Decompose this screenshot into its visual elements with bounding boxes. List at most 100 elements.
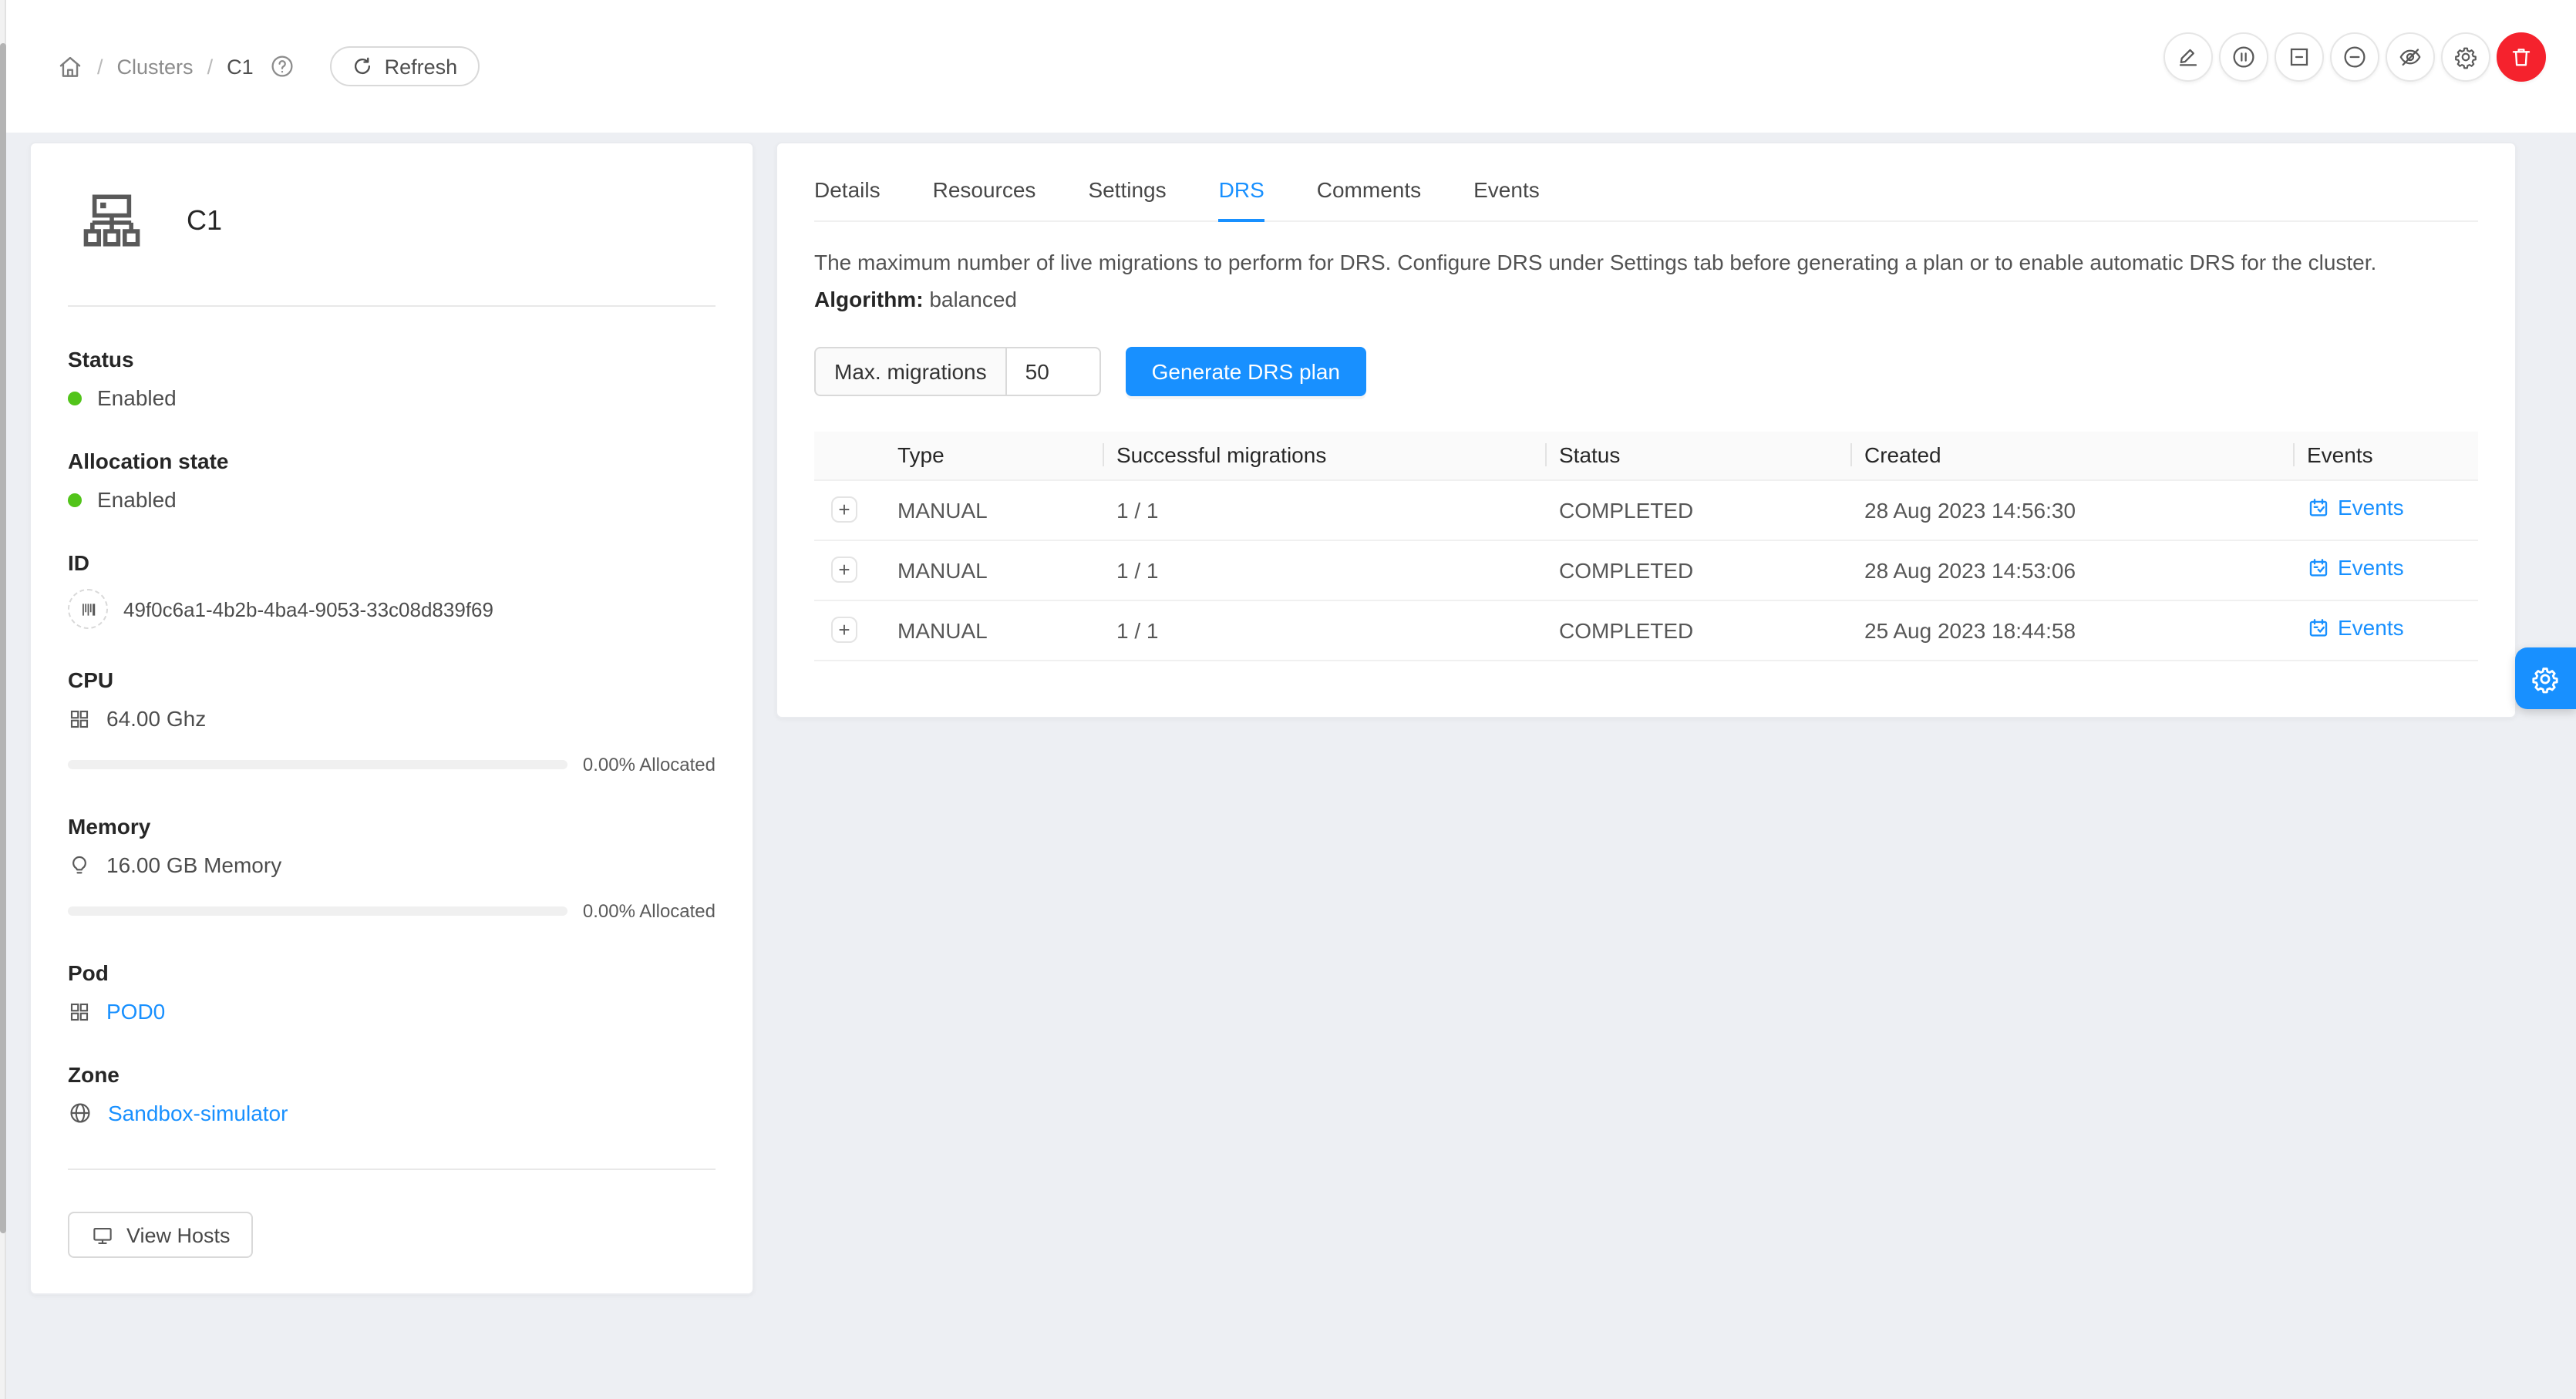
max-migrations-label: Max. migrations (814, 347, 1007, 396)
expand-row-button[interactable]: + (831, 497, 857, 523)
help-icon[interactable] (271, 54, 295, 79)
cpu-progress: 0.00% Allocated (68, 754, 716, 775)
events-label: Events (2338, 556, 2404, 580)
calendar-check-icon (2307, 617, 2330, 640)
plan-events-link[interactable]: Events (2307, 556, 2404, 580)
tab-resources[interactable]: Resources (933, 162, 1036, 220)
out-of-band-button[interactable] (2385, 32, 2434, 82)
column-header-created: Created (1850, 432, 2293, 479)
plan-created-cell: 28 Aug 2023 14:56:30 (1850, 479, 2293, 540)
section-label: Memory (68, 814, 716, 839)
disable-button[interactable] (2329, 32, 2379, 82)
tab-drs[interactable]: DRS (1219, 162, 1264, 220)
refresh-label: Refresh (385, 55, 458, 78)
section-zone: Zone Sandbox-simulator (68, 1062, 716, 1125)
globe-icon (68, 1101, 93, 1125)
tab-details[interactable]: Details (814, 162, 881, 220)
left-scrollbar-track[interactable] (0, 0, 6, 1399)
pause-button[interactable] (2218, 32, 2268, 82)
drs-plan-row: + MANUAL 1 / 1 COMPLETED 25 Aug 2023 18:… (814, 600, 2478, 660)
generate-drs-plan-button[interactable]: Generate DRS plan (1126, 347, 1366, 396)
gear-icon (2531, 664, 2560, 693)
column-header-expand (814, 432, 884, 479)
plan-created-cell: 25 Aug 2023 18:44:58 (1850, 600, 2293, 660)
successful-migrations-cell: 1 / 1 (1103, 479, 1545, 540)
gear-icon (2453, 45, 2477, 69)
breadcrumb-separator: / (207, 55, 214, 78)
max-migrations-group: Max. migrations (814, 347, 1101, 396)
plan-events-link[interactable]: Events (2307, 616, 2404, 641)
section-allocation-state: Allocation state Enabled (68, 449, 716, 512)
project-settings-toggle-button[interactable] (2514, 647, 2576, 709)
plan-events-link[interactable]: Events (2307, 496, 2404, 520)
progress-bar (68, 906, 567, 916)
drs-plans-table: TypeSuccessful migrationsStatusCreatedEv… (814, 432, 2478, 661)
edit-icon (2175, 45, 2200, 69)
delete-button[interactable] (2496, 32, 2545, 82)
plan-status-cell: COMPLETED (1545, 600, 1850, 660)
column-header-status: Status (1545, 432, 1850, 479)
drs-controls: Max. migrations Generate DRS plan (814, 347, 2478, 396)
barcode-icon (68, 589, 108, 629)
successful-migrations-cell: 1 / 1 (1103, 540, 1545, 600)
expand-row-button[interactable]: + (831, 557, 857, 583)
cluster-icon (80, 190, 143, 253)
expand-row-button[interactable]: + (831, 617, 857, 644)
tab-comments[interactable]: Comments (1317, 162, 1421, 220)
memory-value: 16.00 GB Memory (106, 853, 281, 877)
status-dot (68, 493, 82, 506)
square-minus-icon (2286, 45, 2311, 69)
drs-description: The maximum number of live migrations to… (814, 250, 2478, 274)
drs-table-body: + MANUAL 1 / 1 COMPLETED 28 Aug 2023 14:… (814, 479, 2478, 660)
section-pod: Pod POD0 (68, 960, 716, 1024)
resource-title: C1 (187, 205, 222, 237)
calendar-check-icon (2307, 557, 2330, 580)
tab-settings[interactable]: Settings (1088, 162, 1166, 220)
id-value: 49f0c6a1-4b2b-4ba4-9053-33c08d839f69 (123, 597, 493, 620)
algorithm-value: balanced (929, 287, 1017, 311)
page: / Clusters / C1 Refresh (0, 0, 2576, 1399)
section-label: Allocation state (68, 449, 716, 473)
grid-icon (68, 1000, 91, 1023)
section-memory: Memory 16.00 GB Memory 0.00% Allocated (68, 814, 716, 922)
pod-link[interactable]: POD0 (106, 999, 165, 1024)
status-value: Enabled (97, 385, 177, 410)
column-header-successful-migrations: Successful migrations (1103, 432, 1545, 479)
allocation-state-value: Enabled (97, 487, 177, 512)
bulb-icon (68, 853, 91, 876)
edit-button[interactable] (2163, 32, 2212, 82)
section-label: Status (68, 347, 716, 372)
zone-link[interactable]: Sandbox-simulator (108, 1101, 288, 1125)
progress-bar (68, 760, 567, 769)
plan-status-cell: COMPLETED (1545, 540, 1850, 600)
calendar-check-icon (2307, 496, 2330, 520)
breadcrumb-current: C1 (227, 55, 254, 78)
view-hosts-label: View Hosts (126, 1223, 231, 1246)
left-scrollbar-thumb[interactable] (0, 43, 6, 1233)
tab-events[interactable]: Events (1473, 162, 1540, 220)
view-hosts-button[interactable]: View Hosts (68, 1212, 254, 1258)
events-label: Events (2338, 496, 2404, 520)
eye-invisible-icon (2397, 45, 2422, 69)
breadcrumb: / Clusters / C1 Refresh (57, 0, 479, 133)
resource-head: C1 (68, 190, 716, 253)
unmanage-button[interactable] (2274, 32, 2323, 82)
plan-status-cell: COMPLETED (1545, 479, 1850, 540)
refresh-button[interactable]: Refresh (331, 46, 480, 86)
breadcrumb-separator: / (97, 55, 103, 78)
plan-type-cell: MANUAL (884, 600, 1103, 660)
breadcrumb-clusters[interactable]: Clusters (117, 55, 194, 78)
minus-circle-icon (2342, 45, 2366, 69)
resource-info-card: C1 Status Enabled Allocation state Enabl… (29, 142, 754, 1295)
algorithm-label: Algorithm: (814, 287, 924, 311)
settings-button[interactable] (2440, 32, 2490, 82)
desktop-icon (91, 1223, 114, 1246)
max-migrations-input[interactable] (1007, 347, 1101, 396)
drs-algorithm: Algorithm: balanced (814, 287, 2478, 311)
divider (68, 1169, 716, 1170)
drs-plan-row: + MANUAL 1 / 1 COMPLETED 28 Aug 2023 14:… (814, 479, 2478, 540)
column-header-events: Events (2293, 432, 2478, 479)
home-icon[interactable] (57, 53, 83, 79)
events-label: Events (2338, 616, 2404, 641)
header-actions (2163, 32, 2545, 82)
